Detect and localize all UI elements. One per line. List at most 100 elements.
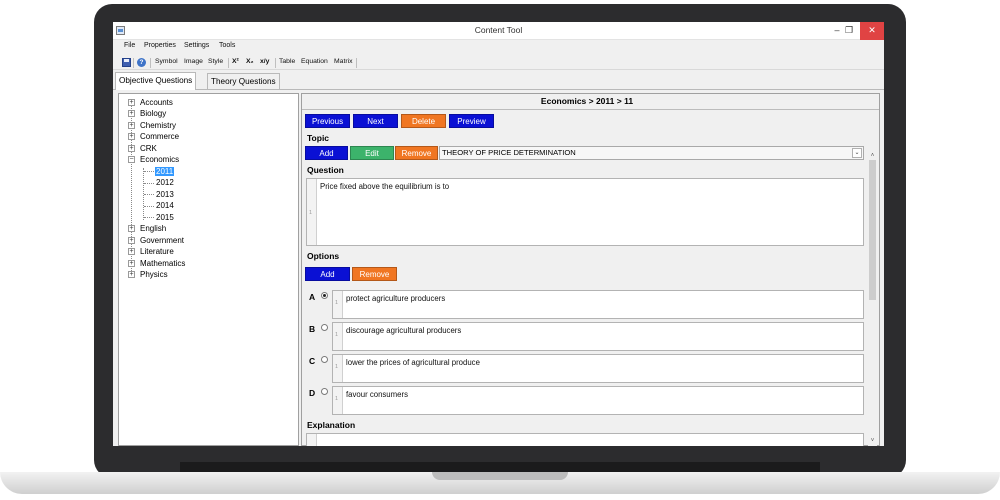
line-gutter: 1 <box>333 355 343 382</box>
option-letter: D <box>309 388 316 398</box>
question-text: Price fixed above the equilibrium is to <box>320 182 450 191</box>
expand-icon[interactable]: + <box>128 271 135 278</box>
toolbar-separator <box>150 58 151 68</box>
superscript-button[interactable]: X² <box>232 58 239 65</box>
line-number: 1 <box>335 364 339 370</box>
tree-item-2013[interactable]: 2013 <box>156 189 174 200</box>
toolbar-separator <box>356 58 357 68</box>
expand-icon[interactable]: + <box>128 248 135 255</box>
expand-icon[interactable]: + <box>128 145 135 152</box>
line-gutter: 1 <box>333 387 343 414</box>
tree-connector <box>144 217 154 218</box>
laptop-base-notch <box>432 472 568 480</box>
tab-theory-questions[interactable]: Theory Questions <box>207 73 280 90</box>
help-icon[interactable]: ? <box>137 58 146 67</box>
expand-icon[interactable]: + <box>128 133 135 140</box>
image-button[interactable]: Image <box>184 58 203 65</box>
tab-divider <box>113 89 884 90</box>
topic-select-value: THEORY OF PRICE DETERMINATION <box>442 148 576 157</box>
delete-button[interactable]: Delete <box>401 114 446 128</box>
tree-connector <box>144 194 154 195</box>
menu-file[interactable]: File <box>124 42 135 49</box>
expand-icon[interactable]: + <box>128 260 135 267</box>
tree-item-economics[interactable]: Economics <box>140 154 179 165</box>
expand-icon[interactable]: + <box>128 99 135 106</box>
option-b-editor[interactable]: 1 discourage agricultural producers <box>332 322 864 351</box>
tree-item-commerce[interactable]: Commerce <box>140 131 179 142</box>
tree-item-2014[interactable]: 2014 <box>156 200 174 211</box>
add-topic-button[interactable]: Add <box>305 146 348 160</box>
menu-properties[interactable]: Properties <box>144 42 176 49</box>
tree-item-2011-label[interactable]: 2011 <box>155 167 175 176</box>
option-c-editor[interactable]: 1 lower the prices of agricultural produ… <box>332 354 864 383</box>
toolbar: ? Symbol Image Style X² X₂ x/y Table Equ… <box>113 55 884 70</box>
table-button[interactable]: Table <box>279 58 295 65</box>
expand-icon[interactable]: + <box>128 237 135 244</box>
app-window: Content Tool – ❐ ✕ File Properties Setti… <box>113 22 884 446</box>
option-c-radio[interactable] <box>321 356 328 363</box>
tree-item-2011[interactable]: 2011 <box>155 166 175 177</box>
option-c-text: lower the prices of agricultural produce <box>346 358 480 367</box>
save-icon[interactable] <box>122 58 131 67</box>
scroll-up-icon[interactable]: ˄ <box>868 152 877 160</box>
menu-tools[interactable]: Tools <box>219 42 235 49</box>
laptop-hinge <box>180 462 820 472</box>
edit-topic-button[interactable]: Edit <box>350 146 394 160</box>
question-editor[interactable]: 1 Price fixed above the equilibrium is t… <box>306 178 864 246</box>
option-a-editor[interactable]: 1 protect agriculture producers <box>332 290 864 319</box>
line-gutter: 1 <box>333 291 343 318</box>
subject-tree: + Accounts + Biology + Chemistry + Comme… <box>118 93 299 446</box>
subscript-button[interactable]: X₂ <box>246 58 254 65</box>
scrollbar-thumb[interactable] <box>869 160 876 300</box>
collapse-icon[interactable]: − <box>128 156 135 163</box>
add-option-button[interactable]: Add <box>305 267 350 281</box>
option-a-radio[interactable] <box>321 292 328 299</box>
vertical-scrollbar[interactable]: ˄ ˅ <box>868 152 877 446</box>
scroll-down-icon[interactable]: ˅ <box>868 437 877 445</box>
question-editor-panel: Economics > 2011 > 11 Previous Next Dele… <box>301 93 880 446</box>
matrix-button[interactable]: Matrix <box>334 58 353 65</box>
option-b-radio[interactable] <box>321 324 328 331</box>
topic-select[interactable]: THEORY OF PRICE DETERMINATION ⌄ <box>439 146 864 160</box>
menu-settings[interactable]: Settings <box>184 42 209 49</box>
previous-button[interactable]: Previous <box>305 114 350 128</box>
tree-connector <box>144 171 154 172</box>
expand-icon[interactable]: + <box>128 110 135 117</box>
chevron-down-icon[interactable]: ⌄ <box>852 148 862 158</box>
next-button[interactable]: Next <box>353 114 398 128</box>
tab-objective-questions[interactable]: Objective Questions <box>115 72 197 90</box>
toolbar-separator <box>275 58 276 68</box>
breadcrumb: Economics > 2011 > 11 <box>540 96 634 106</box>
option-d-radio[interactable] <box>321 388 328 395</box>
style-button[interactable]: Style <box>208 58 223 65</box>
option-d-editor[interactable]: 1 favour consumers <box>332 386 864 415</box>
tree-item-crk[interactable]: CRK <box>140 143 157 154</box>
tree-item-biology[interactable]: Biology <box>140 108 166 119</box>
tree-item-2012[interactable]: 2012 <box>156 177 174 188</box>
tree-item-chemistry[interactable]: Chemistry <box>140 120 176 131</box>
maximize-button[interactable]: ❐ <box>837 22 861 40</box>
tree-item-physics[interactable]: Physics <box>140 269 168 280</box>
tree-item-2015[interactable]: 2015 <box>156 212 174 223</box>
close-button[interactable]: ✕ <box>860 22 884 40</box>
remove-option-button[interactable]: Remove <box>352 267 397 281</box>
preview-button[interactable]: Preview <box>449 114 494 128</box>
line-gutter <box>307 434 317 446</box>
tree-item-accounts[interactable]: Accounts <box>140 97 173 108</box>
toolbar-separator <box>228 58 229 68</box>
equation-button[interactable]: Equation <box>301 58 328 65</box>
fraction-button[interactable]: x/y <box>260 58 269 65</box>
tree-item-government[interactable]: Government <box>140 235 184 246</box>
symbol-button[interactable]: Symbol <box>155 58 178 65</box>
tree-connector <box>144 183 154 184</box>
expand-icon[interactable]: + <box>128 122 135 129</box>
option-letter: B <box>309 324 316 334</box>
tree-item-literature[interactable]: Literature <box>140 246 174 257</box>
tree-item-english[interactable]: English <box>140 223 166 234</box>
line-gutter: 1 <box>333 323 343 350</box>
topic-label: Topic <box>307 133 330 143</box>
explanation-editor[interactable] <box>306 433 864 446</box>
expand-icon[interactable]: + <box>128 225 135 232</box>
remove-topic-button[interactable]: Remove <box>395 146 438 160</box>
tree-item-mathematics[interactable]: Mathematics <box>140 258 185 269</box>
